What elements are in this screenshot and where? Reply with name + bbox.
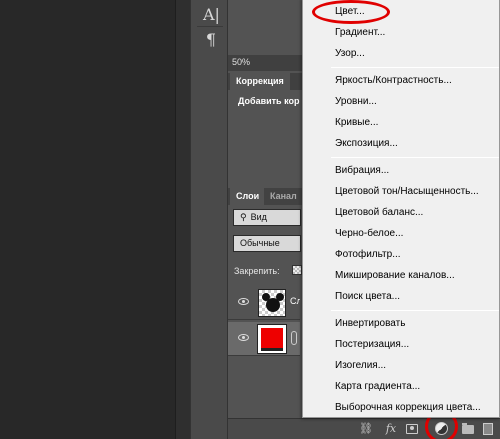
menu-item-brightness-contrast[interactable]: Яркость/Контрастность...: [304, 70, 498, 91]
menu-separator: [331, 157, 499, 158]
canvas-scroll-edge: [175, 0, 190, 439]
thumbnail-base: [261, 348, 283, 351]
menu-item-selective-color[interactable]: Выборочная коррекция цвета...: [304, 397, 498, 418]
eye-icon[interactable]: [238, 298, 249, 305]
menu-item-hue-saturation[interactable]: Цветовой тон/Насыщенность...: [304, 181, 498, 202]
add-adjustment-label: Добавить кор: [238, 96, 300, 106]
menu-item-invert[interactable]: Инвертировать: [304, 313, 498, 334]
adjustment-layer-menu: Цвет... Градиент... Узор... Яркость/Конт…: [302, 0, 500, 418]
eye-icon[interactable]: [238, 334, 249, 341]
layer-name: Сл: [290, 296, 300, 306]
layer-thumbnail: [258, 289, 286, 317]
panel-icon-strip: A| ¶: [190, 0, 228, 439]
menu-item-pattern[interactable]: Узор...: [304, 43, 498, 64]
menu-item-exposure[interactable]: Экспозиция...: [304, 133, 498, 154]
tab-layers[interactable]: Слои: [230, 188, 266, 205]
menu-item-color-lookup[interactable]: Поиск цвета...: [304, 286, 498, 307]
tab-channels[interactable]: Канал: [264, 188, 303, 205]
menu-separator: [331, 67, 499, 68]
menu-item-vibrance[interactable]: Вибрация...: [304, 160, 498, 181]
menu-item-color-balance[interactable]: Цветовой баланс...: [304, 202, 498, 223]
menu-item-curves[interactable]: Кривые...: [304, 112, 498, 133]
document-canvas[interactable]: [0, 0, 175, 439]
menu-item-posterize[interactable]: Постеризация...: [304, 334, 498, 355]
menu-item-gradient[interactable]: Градиент...: [304, 22, 498, 43]
layer-row[interactable]: Сл: [228, 286, 300, 320]
lock-transparency-icon[interactable]: [292, 265, 302, 275]
menu-item-gradient-map[interactable]: Карта градиента...: [304, 376, 498, 397]
zoom-level[interactable]: 50%: [232, 57, 250, 67]
fx-icon[interactable]: fx: [383, 422, 399, 436]
paragraph-icon[interactable]: ¶: [203, 31, 219, 49]
blend-mode-select[interactable]: Обычные: [233, 235, 301, 252]
layer-filter-select[interactable]: ⚲ Вид: [233, 209, 301, 226]
folder-icon[interactable]: [462, 423, 474, 434]
layer-mask-icon[interactable]: [406, 424, 418, 434]
new-layer-icon[interactable]: [483, 423, 493, 435]
layer-row[interactable]: [228, 322, 300, 356]
highlight-oval-color-item: [312, 0, 390, 24]
menu-item-photo-filter[interactable]: Фотофильтр...: [304, 244, 498, 265]
type-tool-icon[interactable]: A|: [203, 6, 220, 24]
menu-item-black-white[interactable]: Черно-белое...: [304, 223, 498, 244]
layer-thumbnail: [257, 324, 287, 354]
tab-adjustments[interactable]: Коррекция: [230, 73, 290, 90]
tool-divider: [197, 26, 223, 27]
blend-mode-value: Обычные: [240, 238, 280, 248]
menu-item-levels[interactable]: Уровни...: [304, 91, 498, 112]
red-fill-swatch: [261, 328, 283, 348]
search-icon: ⚲: [240, 212, 247, 222]
link-layers-icon[interactable]: ⛓: [358, 422, 374, 436]
chain-link-icon: [291, 331, 297, 345]
layer-filter-value: Вид: [250, 212, 267, 222]
mickey-thumbnail-icon: [262, 293, 284, 312]
layers-bottom-toolbar: ⛓ fx: [228, 418, 500, 439]
menu-item-threshold[interactable]: Изогелия...: [304, 355, 498, 376]
menu-separator: [331, 310, 499, 311]
menu-item-channel-mixer[interactable]: Микширование каналов...: [304, 265, 498, 286]
lock-label: Закрепить:: [234, 266, 280, 276]
